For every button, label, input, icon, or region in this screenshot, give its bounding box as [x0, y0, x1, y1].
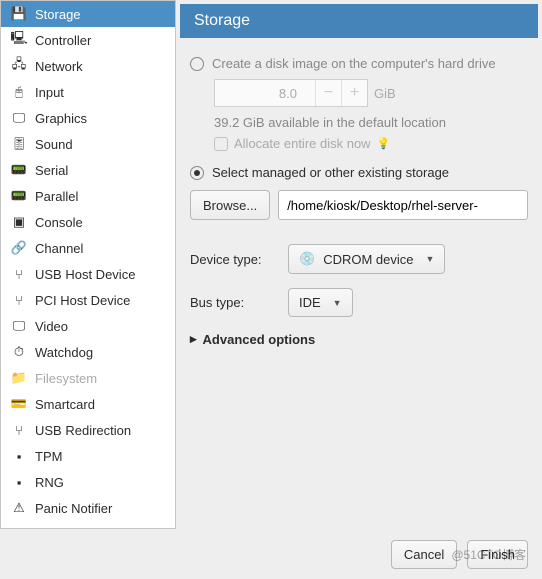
pci-icon: ⑂: [11, 292, 27, 308]
network-icon: 🖧: [11, 58, 27, 74]
sidebar-item-console[interactable]: ▣ Console: [1, 209, 175, 235]
sidebar-item-filesystem[interactable]: 📁 Filesystem: [1, 365, 175, 391]
console-icon: ▣: [11, 214, 27, 230]
device-type-label: Device type:: [190, 252, 278, 267]
radio-create-disk[interactable]: Create a disk image on the computer's ha…: [190, 56, 528, 71]
sidebar-item-panic[interactable]: ⚠ Panic Notifier: [1, 495, 175, 521]
device-type-select[interactable]: 💿 CDROM device ▼: [288, 244, 445, 274]
sidebar-item-parallel[interactable]: 📟 Parallel: [1, 183, 175, 209]
step-up-icon[interactable]: +: [341, 80, 367, 106]
sidebar-item-label: Storage: [35, 7, 81, 22]
sidebar-item-sound[interactable]: 🎚 Sound: [1, 131, 175, 157]
sound-icon: 🎚: [11, 136, 27, 152]
watchdog-icon: ⏱: [11, 344, 27, 360]
disk-size-row: 8.0 − + GiB: [214, 79, 528, 107]
chevron-right-icon: ▸: [190, 331, 197, 347]
main-panel: Storage Create a disk image on the compu…: [176, 0, 542, 529]
checkbox-label: Allocate entire disk now: [234, 136, 371, 151]
allocate-checkbox-row[interactable]: Allocate entire disk now 💡: [214, 136, 528, 151]
graphics-icon: 🖵: [11, 110, 27, 126]
bus-type-label: Bus type:: [190, 295, 278, 310]
usb-redir-icon: ⑂: [11, 422, 27, 438]
step-down-icon[interactable]: −: [315, 80, 341, 106]
radio-label: Select managed or other existing storage: [212, 165, 449, 180]
radio-checked-icon: [190, 166, 204, 180]
available-text: 39.2 GiB available in the default locati…: [214, 115, 528, 130]
size-unit: GiB: [374, 86, 396, 101]
sidebar-item-graphics[interactable]: 🖵 Graphics: [1, 105, 175, 131]
sidebar-item-label: Watchdog: [35, 345, 93, 360]
sidebar-item-label: Channel: [35, 241, 83, 256]
sidebar-item-label: RNG: [35, 475, 64, 490]
size-input[interactable]: 8.0: [215, 86, 315, 101]
footer: Cancel Finish: [391, 540, 528, 569]
sidebar: 💾 Storage 🖳 Controller 🖧 Network 🖰 Input 🖵 Gr…: [0, 0, 176, 529]
sidebar-item-label: Controller: [35, 33, 91, 48]
finish-button[interactable]: Finish: [467, 540, 528, 569]
sidebar-item-label: Video: [35, 319, 68, 334]
sidebar-item-label: USB Host Device: [35, 267, 135, 282]
sidebar-item-usb-host[interactable]: ⑂ USB Host Device: [1, 261, 175, 287]
channel-icon: 🔗: [11, 240, 27, 256]
folder-icon: 📁: [11, 370, 27, 386]
chevron-down-icon: ▼: [425, 254, 434, 264]
sidebar-item-usb-redir[interactable]: ⑂ USB Redirection: [1, 417, 175, 443]
browse-button[interactable]: Browse...: [190, 190, 270, 220]
sidebar-item-label: Sound: [35, 137, 73, 152]
sidebar-item-label: Filesystem: [35, 371, 97, 386]
sidebar-item-label: Panic Notifier: [35, 501, 112, 516]
usb-icon: ⑂: [11, 266, 27, 282]
sidebar-item-watchdog[interactable]: ⏱ Watchdog: [1, 339, 175, 365]
sidebar-item-label: USB Redirection: [35, 423, 131, 438]
radio-select-storage[interactable]: Select managed or other existing storage: [190, 165, 528, 180]
video-icon: 🖵: [11, 318, 27, 334]
sidebar-item-tpm[interactable]: ▪ TPM: [1, 443, 175, 469]
hint-bulb-icon[interactable]: 💡: [377, 137, 391, 150]
sidebar-item-label: Network: [35, 59, 83, 74]
sidebar-item-controller[interactable]: 🖳 Controller: [1, 27, 175, 53]
dropdown-value: IDE: [299, 295, 321, 310]
sidebar-item-video[interactable]: 🖵 Video: [1, 313, 175, 339]
cdrom-icon: 💿: [299, 251, 315, 267]
panic-icon: ⚠: [11, 500, 27, 516]
sidebar-item-channel[interactable]: 🔗 Channel: [1, 235, 175, 261]
cancel-button[interactable]: Cancel: [391, 540, 457, 569]
sidebar-item-storage[interactable]: 💾 Storage: [1, 1, 175, 27]
sidebar-item-label: PCI Host Device: [35, 293, 130, 308]
sidebar-item-label: Graphics: [35, 111, 87, 126]
advanced-options-toggle[interactable]: ▸ Advanced options: [190, 331, 528, 347]
sidebar-item-label: Serial: [35, 163, 68, 178]
dropdown-value: CDROM device: [323, 252, 413, 267]
storage-icon: 💾: [11, 6, 27, 22]
sidebar-item-rng[interactable]: ▪ RNG: [1, 469, 175, 495]
sidebar-item-smartcard[interactable]: 💳 Smartcard: [1, 391, 175, 417]
controller-icon: 🖳: [11, 32, 27, 48]
advanced-label: Advanced options: [203, 332, 316, 347]
input-icon: 🖰: [11, 84, 27, 100]
sidebar-item-label: Console: [35, 215, 83, 230]
rng-icon: ▪: [11, 474, 27, 490]
bus-type-select[interactable]: IDE ▼: [288, 288, 353, 317]
chevron-down-icon: ▼: [333, 298, 342, 308]
sidebar-item-label: Parallel: [35, 189, 78, 204]
storage-path-input[interactable]: [278, 190, 528, 220]
radio-icon: [190, 57, 204, 71]
sidebar-item-network[interactable]: 🖧 Network: [1, 53, 175, 79]
sidebar-item-label: TPM: [35, 449, 62, 464]
sidebar-item-label: Smartcard: [35, 397, 95, 412]
parallel-icon: 📟: [11, 188, 27, 204]
checkbox-icon: [214, 137, 228, 151]
tpm-icon: ▪: [11, 448, 27, 464]
sidebar-item-serial[interactable]: 📟 Serial: [1, 157, 175, 183]
serial-icon: 📟: [11, 162, 27, 178]
page-title: Storage: [180, 4, 538, 38]
sidebar-item-input[interactable]: 🖰 Input: [1, 79, 175, 105]
smartcard-icon: 💳: [11, 396, 27, 412]
sidebar-item-label: Input: [35, 85, 64, 100]
sidebar-item-pci-host[interactable]: ⑂ PCI Host Device: [1, 287, 175, 313]
radio-label: Create a disk image on the computer's ha…: [212, 56, 496, 71]
